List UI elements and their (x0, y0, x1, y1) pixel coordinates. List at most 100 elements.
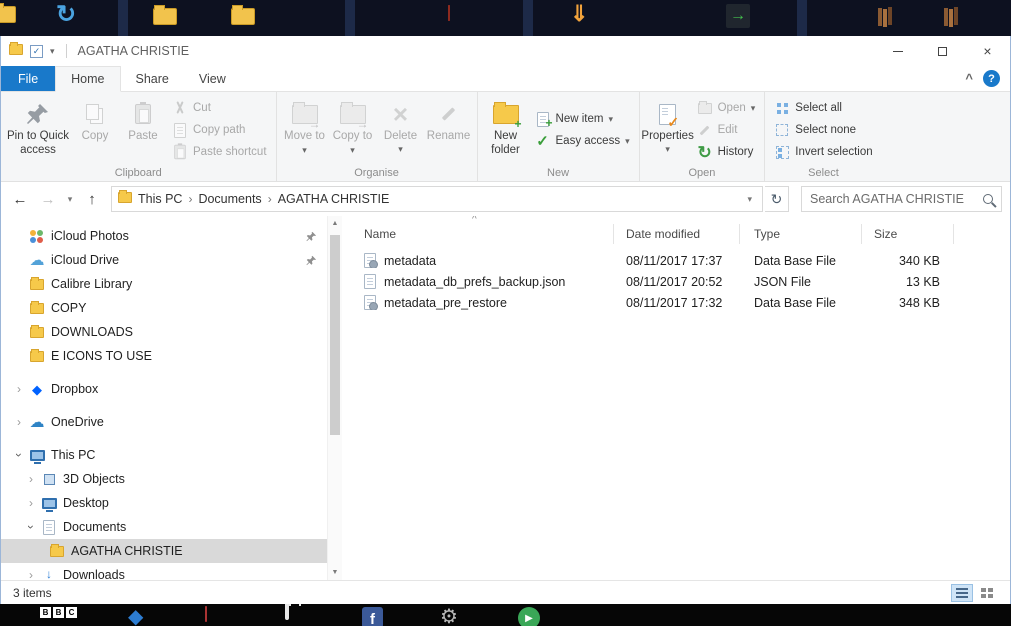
sidebar-item-this-pc[interactable]: › This PC (1, 443, 327, 467)
sidebar-item-icloud-drive[interactable]: ☁ iCloud Drive (1, 248, 327, 272)
collapse-icon[interactable]: › (24, 519, 38, 535)
search-input[interactable] (810, 192, 977, 206)
expand-icon[interactable]: › (23, 472, 39, 486)
address-dropdown-icon[interactable]: ▾ (743, 194, 756, 205)
sidebar-item-3d-objects[interactable]: › 3D Objects (1, 467, 327, 491)
file-row[interactable]: metadata_pre_restore 08/11/2017 17:32 Da… (342, 292, 1010, 313)
minimize-button[interactable] (875, 36, 920, 66)
green-arrow-tile-icon[interactable]: → (726, 4, 750, 28)
rename-button[interactable]: Rename (425, 95, 473, 163)
sync-arrows-icon[interactable]: ↻ (56, 3, 76, 27)
sidebar-item-dropbox[interactable]: › ◆ Dropbox (1, 377, 327, 401)
tab-home[interactable]: Home (55, 66, 121, 92)
forward-icon[interactable]: → (35, 186, 61, 212)
facebook-icon[interactable]: f (362, 607, 383, 626)
store-bag-icon[interactable] (285, 604, 289, 620)
books-icon[interactable] (944, 8, 948, 29)
cut-icon (172, 101, 188, 115)
open-button[interactable]: Open ▾ (692, 97, 761, 119)
bbc-app-icon[interactable]: BBC (40, 607, 77, 618)
settings-gear-icon[interactable]: ⚙ (440, 607, 458, 626)
maximize-button[interactable] (920, 36, 965, 66)
qat-customize-icon[interactable]: ▾ (50, 46, 55, 57)
folder-icon (47, 543, 67, 557)
red-game-app-icon[interactable] (205, 606, 207, 622)
qat-properties-icon[interactable]: ✓ (30, 44, 43, 58)
sidebar-item-onedrive[interactable]: › ☁ OneDrive (1, 410, 327, 434)
copy-to-button[interactable]: → Copy to ▾ (329, 95, 377, 163)
large-icons-view-icon (981, 587, 986, 592)
sidebar-scrollbar[interactable]: ▲ ▼ (327, 216, 342, 580)
desktop-folder-icon[interactable] (231, 5, 255, 28)
new-folder-button[interactable]: + New folder (482, 95, 530, 163)
easy-access-button[interactable]: ✓ Easy access ▾ (530, 130, 635, 152)
collapse-icon[interactable]: › (12, 447, 26, 463)
history-button[interactable]: ↻ History (692, 141, 761, 163)
collapse-ribbon-icon[interactable]: ^ (965, 71, 973, 86)
column-header-type[interactable]: Type (740, 224, 862, 244)
desktop-folder-icon[interactable] (153, 5, 177, 28)
breadcrumb-agatha-christie[interactable]: AGATHA CHRISTIE (278, 192, 390, 206)
sidebar-item-calibre-library[interactable]: Calibre Library (1, 272, 327, 296)
properties-button[interactable]: ✓ Properties ▾ (641, 95, 694, 163)
new-item-button[interactable]: + New item ▾ (530, 108, 635, 130)
sidebar-item-downloads-folder[interactable]: DOWNLOADS (1, 320, 327, 344)
play-app-icon[interactable]: ▶ (518, 607, 540, 626)
sidebar-item-documents[interactable]: › Documents (1, 515, 327, 539)
sidebar-item-icloud-photos[interactable]: iCloud Photos (1, 224, 327, 248)
address-box[interactable]: This PC › Documents › AGATHA CHRISTIE ▾ (111, 186, 763, 212)
invert-selection-button[interactable]: Invert selection (769, 141, 877, 163)
details-view-button[interactable] (951, 583, 973, 602)
expand-icon[interactable]: › (11, 415, 27, 429)
select-all-button[interactable]: Select all (769, 97, 877, 119)
search-icon[interactable] (983, 194, 993, 204)
tab-file[interactable]: File (1, 66, 56, 91)
select-none-button[interactable]: Select none (769, 119, 877, 141)
refresh-icon[interactable]: ↻ (765, 186, 789, 212)
back-icon[interactable]: ← (7, 186, 33, 212)
sidebar-item-desktop[interactable]: › Desktop (1, 491, 327, 515)
sidebar-item-downloads[interactable]: › ↓ Downloads (1, 563, 327, 581)
paste-button[interactable]: Paste (119, 95, 167, 163)
file-row[interactable]: metadata_db_prefs_backup.json 08/11/2017… (342, 271, 1010, 292)
up-icon[interactable]: ↑ (79, 186, 105, 212)
desktop-folder-icon[interactable] (0, 3, 16, 26)
recent-locations-icon[interactable]: ▾ (63, 186, 77, 212)
column-header-name[interactable]: Name (342, 224, 614, 244)
blue-app-icon[interactable]: ◆ (128, 607, 143, 626)
red-app-icon[interactable] (448, 5, 450, 21)
close-button[interactable]: × (965, 36, 1010, 66)
file-row[interactable]: metadata 08/11/2017 17:37 Data Base File… (342, 250, 1010, 271)
pin-to-quick-access-button[interactable]: Pin to Quick access (5, 95, 71, 163)
ribbon: Pin to Quick access Copy Paste Cut Copy … (1, 92, 1010, 182)
sidebar-item-copy[interactable]: COPY (1, 296, 327, 320)
download-arrows-icon[interactable]: ⇓ (570, 3, 588, 25)
help-icon[interactable]: ? (983, 70, 1000, 87)
scroll-down-icon[interactable]: ▼ (328, 565, 342, 580)
expand-icon[interactable]: › (23, 568, 39, 580)
move-to-button[interactable]: → Move to ▾ (281, 95, 329, 163)
large-icons-view-button[interactable] (976, 584, 998, 602)
scrollbar-track[interactable] (328, 231, 342, 565)
folder-icon (27, 276, 47, 290)
sidebar-item-agatha-christie[interactable]: AGATHA CHRISTIE (1, 539, 327, 563)
scrollbar-thumb[interactable] (330, 235, 340, 435)
paste-shortcut-button[interactable]: Paste shortcut (167, 141, 272, 163)
breadcrumb-this-pc[interactable]: This PC (138, 192, 182, 206)
tab-share[interactable]: Share (121, 66, 184, 91)
expand-icon[interactable]: › (11, 382, 27, 396)
column-header-date-modified[interactable]: Date modified (614, 224, 740, 244)
cut-button[interactable]: Cut (167, 97, 272, 119)
delete-button[interactable]: × Delete ▾ (377, 95, 425, 163)
sidebar-item-e-icons-to-use[interactable]: E ICONS TO USE (1, 344, 327, 368)
edit-button[interactable]: Edit (692, 119, 761, 141)
tab-view[interactable]: View (184, 66, 241, 91)
books-icon[interactable] (878, 8, 882, 29)
copy-button[interactable]: Copy (71, 95, 119, 163)
scroll-up-icon[interactable]: ▲ (328, 216, 342, 231)
copy-path-button[interactable]: Copy path (167, 119, 272, 141)
column-headers: Name Date modified Type Size (342, 220, 1010, 248)
breadcrumb-documents[interactable]: Documents (198, 192, 261, 206)
expand-icon[interactable]: › (23, 496, 39, 510)
column-header-size[interactable]: Size (862, 224, 954, 244)
